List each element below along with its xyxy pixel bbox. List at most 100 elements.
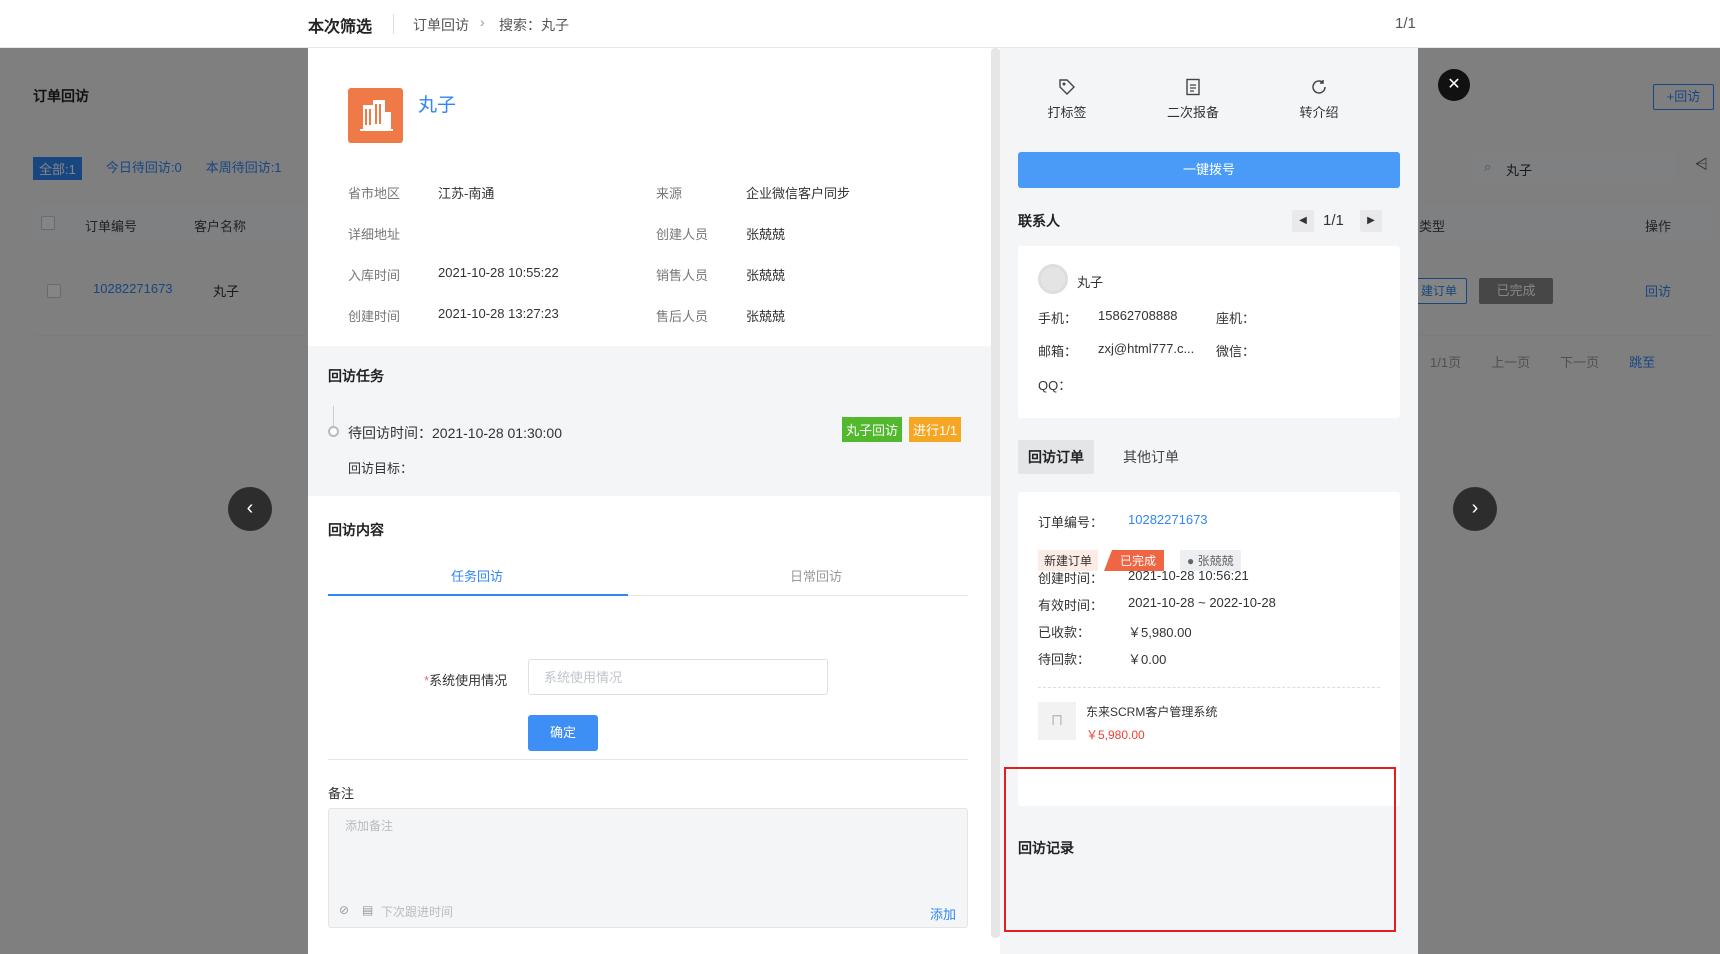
info-label: 来源 — [656, 186, 683, 201]
info-label: 销售人员 — [656, 268, 709, 283]
next-follow-time[interactable]: 下次跟进时间 — [381, 903, 453, 920]
task-progress-tag: 进行1/1 — [909, 417, 962, 442]
order-valid-value: 2021-10-28 ~ 2022-10-28 — [1128, 595, 1276, 610]
info-sales: 销售人员 — [656, 265, 708, 284]
attachment-icon[interactable]: ⊘ — [339, 903, 349, 917]
info-region-value: 江苏-南通 — [438, 183, 494, 202]
info-sales-value: 张兢兢 — [746, 265, 785, 284]
divider — [1038, 687, 1380, 688]
order-received-row: 已收款： ￥5,980.00 — [1038, 622, 1192, 641]
calendar-icon[interactable]: ▤ — [362, 903, 373, 917]
order-no-label: 订单编号： — [1038, 515, 1104, 530]
info-value: 2021-10-28 13:27:23 — [438, 306, 559, 321]
visit-goal: 回访目标： — [348, 461, 414, 476]
order-card: 订单编号： 10282271673 新建订单 已完成 ● 张兢兢 创建时间： 2… — [1018, 492, 1400, 806]
order-received-value: ￥5,980.00 — [1128, 625, 1192, 640]
highlight-frame — [1004, 767, 1396, 932]
info-create-time-value: 2021-10-28 13:27:23 — [438, 306, 559, 321]
contact-title: 联系人 — [1018, 213, 1060, 229]
divider — [393, 14, 394, 34]
top-bar: 本次筛选 订单回访 › 搜索：丸子 1/1 — [0, 0, 1720, 48]
system-usage-label: *系统使用情况 — [424, 670, 507, 689]
info-storage-time-value: 2021-10-28 10:55:22 — [438, 265, 559, 280]
info-label: 入库时间 — [348, 268, 401, 283]
visit-content-title: 回访内容 — [328, 522, 384, 538]
breadcrumb-order-visit[interactable]: 订单回访 — [413, 15, 469, 35]
task-name-tag: 丸子回访 — [842, 417, 903, 442]
owner-badge-name: 张兢兢 — [1197, 554, 1234, 568]
info-value: 张兢兢 — [746, 268, 786, 283]
info-creator-value: 张兢兢 — [746, 224, 785, 243]
info-label: 售后人员 — [656, 309, 709, 324]
order-no-row: 订单编号： 10282271673 — [1038, 512, 1208, 531]
building-icon — [348, 88, 403, 143]
user-icon: ● — [1187, 554, 1198, 568]
confirm-button[interactable]: 确定 — [528, 715, 598, 751]
info-address: 详细地址 — [348, 224, 400, 243]
info-aftersales-value: 张兢兢 — [746, 306, 785, 325]
email-value: zxj@html777.c... — [1098, 341, 1195, 356]
divider — [328, 759, 968, 760]
system-usage-input[interactable] — [528, 659, 828, 695]
order-pending-value: ￥0.00 — [1128, 652, 1167, 667]
tag-icon — [1032, 78, 1102, 100]
document-icon — [1158, 78, 1228, 100]
referral-action-label: 转介绍 — [1299, 105, 1339, 120]
product-bag-icon: ⊓ — [1038, 702, 1076, 740]
order-valid-row: 有效时间： 2021-10-28 ~ 2022-10-28 — [1038, 595, 1276, 614]
tab-daily-visit[interactable]: 日常回访 — [790, 566, 842, 585]
tab-other-order[interactable]: 其他订单 — [1113, 440, 1189, 474]
left-pane: 丸子 省市地区 江苏-南通 来源 企业微信客户同步 详细地址 创建人员 张兢兢 … — [308, 48, 991, 954]
info-source: 来源 — [656, 183, 682, 202]
qq-label: QQ： — [1038, 378, 1072, 393]
left-scrollbar[interactable] — [991, 48, 1000, 938]
refresh-icon — [1284, 78, 1354, 100]
tab-task-visit[interactable]: 任务回访 — [451, 566, 503, 585]
contact-card: 丸子 手机： 15862708888 座机： 邮箱： zxj@html777.c… — [1018, 246, 1400, 418]
remark-textarea[interactable]: 添加备注 ⊘ ▤ 下次跟进时间 添加 — [328, 808, 968, 928]
active-tab-underline — [328, 594, 628, 596]
info-creator: 创建人员 — [656, 224, 708, 243]
phone-label: 手机： — [1038, 311, 1078, 326]
product-price: ￥5,980.00 — [1086, 728, 1145, 742]
prev-record-button[interactable]: ‹ — [228, 487, 272, 531]
contact-prev-icon[interactable]: ◀ — [1292, 210, 1314, 232]
add-remark-button[interactable]: 添加 — [930, 904, 956, 923]
report-action-button[interactable]: 二次报备 — [1158, 78, 1228, 121]
action-bar: 打标签 二次报备 转介绍 — [1000, 78, 1418, 138]
phone-value[interactable]: 15862708888 — [1098, 308, 1178, 323]
info-label: 详细地址 — [348, 227, 401, 242]
close-icon[interactable]: ✕ — [1438, 69, 1470, 101]
info-value: 张兢兢 — [746, 227, 786, 242]
order-valid-label: 有效时间： — [1038, 598, 1104, 613]
remark-label: 备注 — [328, 786, 355, 801]
info-value: 企业微信客户同步 — [746, 186, 851, 201]
one-click-dial-button[interactable]: 一键拨号 — [1018, 152, 1400, 188]
order-created-value: 2021-10-28 10:56:21 — [1128, 568, 1249, 583]
timeline-line — [333, 406, 334, 428]
order-pending-row: 待回款： ￥0.00 — [1038, 649, 1166, 668]
remark-placeholder: 添加备注 — [345, 819, 394, 833]
timeline-dot-icon — [328, 426, 339, 437]
contact-next-icon[interactable]: ▶ — [1360, 210, 1382, 232]
landline-label: 座机： — [1216, 311, 1256, 326]
order-tabs: 回访订单 其他订单 — [1018, 440, 1400, 476]
info-label: 省市地区 — [348, 186, 401, 201]
info-label: 创建人员 — [656, 227, 709, 242]
info-create-time: 创建时间 — [348, 306, 400, 325]
visit-content-tabs: 任务回访 日常回访 — [328, 558, 968, 596]
breadcrumb-arrow-icon: › — [480, 14, 485, 30]
referral-action-button[interactable]: 转介绍 — [1284, 78, 1354, 121]
info-aftersales: 售后人员 — [656, 306, 708, 325]
pending-time: 待回访时间：2021-10-28 01:30:00 — [348, 425, 562, 441]
tag-action-label: 打标签 — [1047, 105, 1087, 120]
customer-name[interactable]: 丸子 — [418, 90, 456, 117]
tag-action-button[interactable]: 打标签 — [1032, 78, 1102, 121]
tab-visit-order[interactable]: 回访订单 — [1018, 440, 1094, 474]
order-created-label: 创建时间： — [1038, 571, 1104, 586]
order-no-link[interactable]: 10282271673 — [1128, 512, 1208, 527]
next-record-button[interactable]: › — [1453, 487, 1497, 531]
contact-name: 丸子 — [1077, 275, 1104, 290]
product-name: 东来SCRM客户管理系统 — [1086, 705, 1218, 719]
contact-page: 1/1 — [1323, 212, 1344, 229]
